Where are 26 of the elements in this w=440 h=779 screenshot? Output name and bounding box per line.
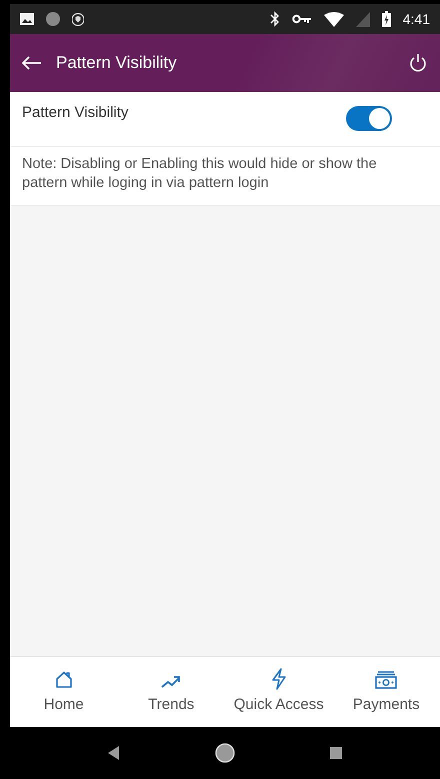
- lightning-icon: [270, 668, 288, 690]
- nav-tab[interactable]: Payments: [332, 657, 440, 727]
- nav-tab[interactable]: Home: [10, 657, 118, 727]
- power-icon[interactable]: [408, 53, 428, 73]
- bluetooth-icon: [270, 11, 280, 27]
- wifi-icon: [324, 12, 344, 26]
- toggle-switch[interactable]: [346, 106, 392, 131]
- trend-up-icon: [160, 674, 182, 690]
- back-triangle-icon[interactable]: [108, 746, 120, 760]
- clock-time: 4:41: [402, 11, 430, 27]
- nav-tab[interactable]: Trends: [118, 657, 225, 727]
- back-arrow-icon[interactable]: [22, 56, 42, 70]
- home-circle-icon[interactable]: [214, 743, 235, 763]
- square-icon[interactable]: [330, 747, 342, 759]
- key-icon: [292, 14, 312, 24]
- shield-icon: [72, 12, 84, 26]
- setting-label: Pattern Visibility: [22, 104, 130, 121]
- signal-icon: [356, 12, 370, 26]
- note-text: Note: Disabling or Enabling this would hide or show the pattern while loging in via pattern login: [10, 147, 440, 206]
- screen-title: Pattern Visibility: [56, 53, 178, 73]
- battery-icon: [382, 11, 391, 27]
- image-icon: [20, 13, 34, 25]
- circle-icon: [46, 12, 60, 26]
- banknote-icon: [374, 670, 398, 690]
- nav-tab[interactable]: Quick Access: [225, 657, 332, 727]
- home-icon: [54, 670, 74, 690]
